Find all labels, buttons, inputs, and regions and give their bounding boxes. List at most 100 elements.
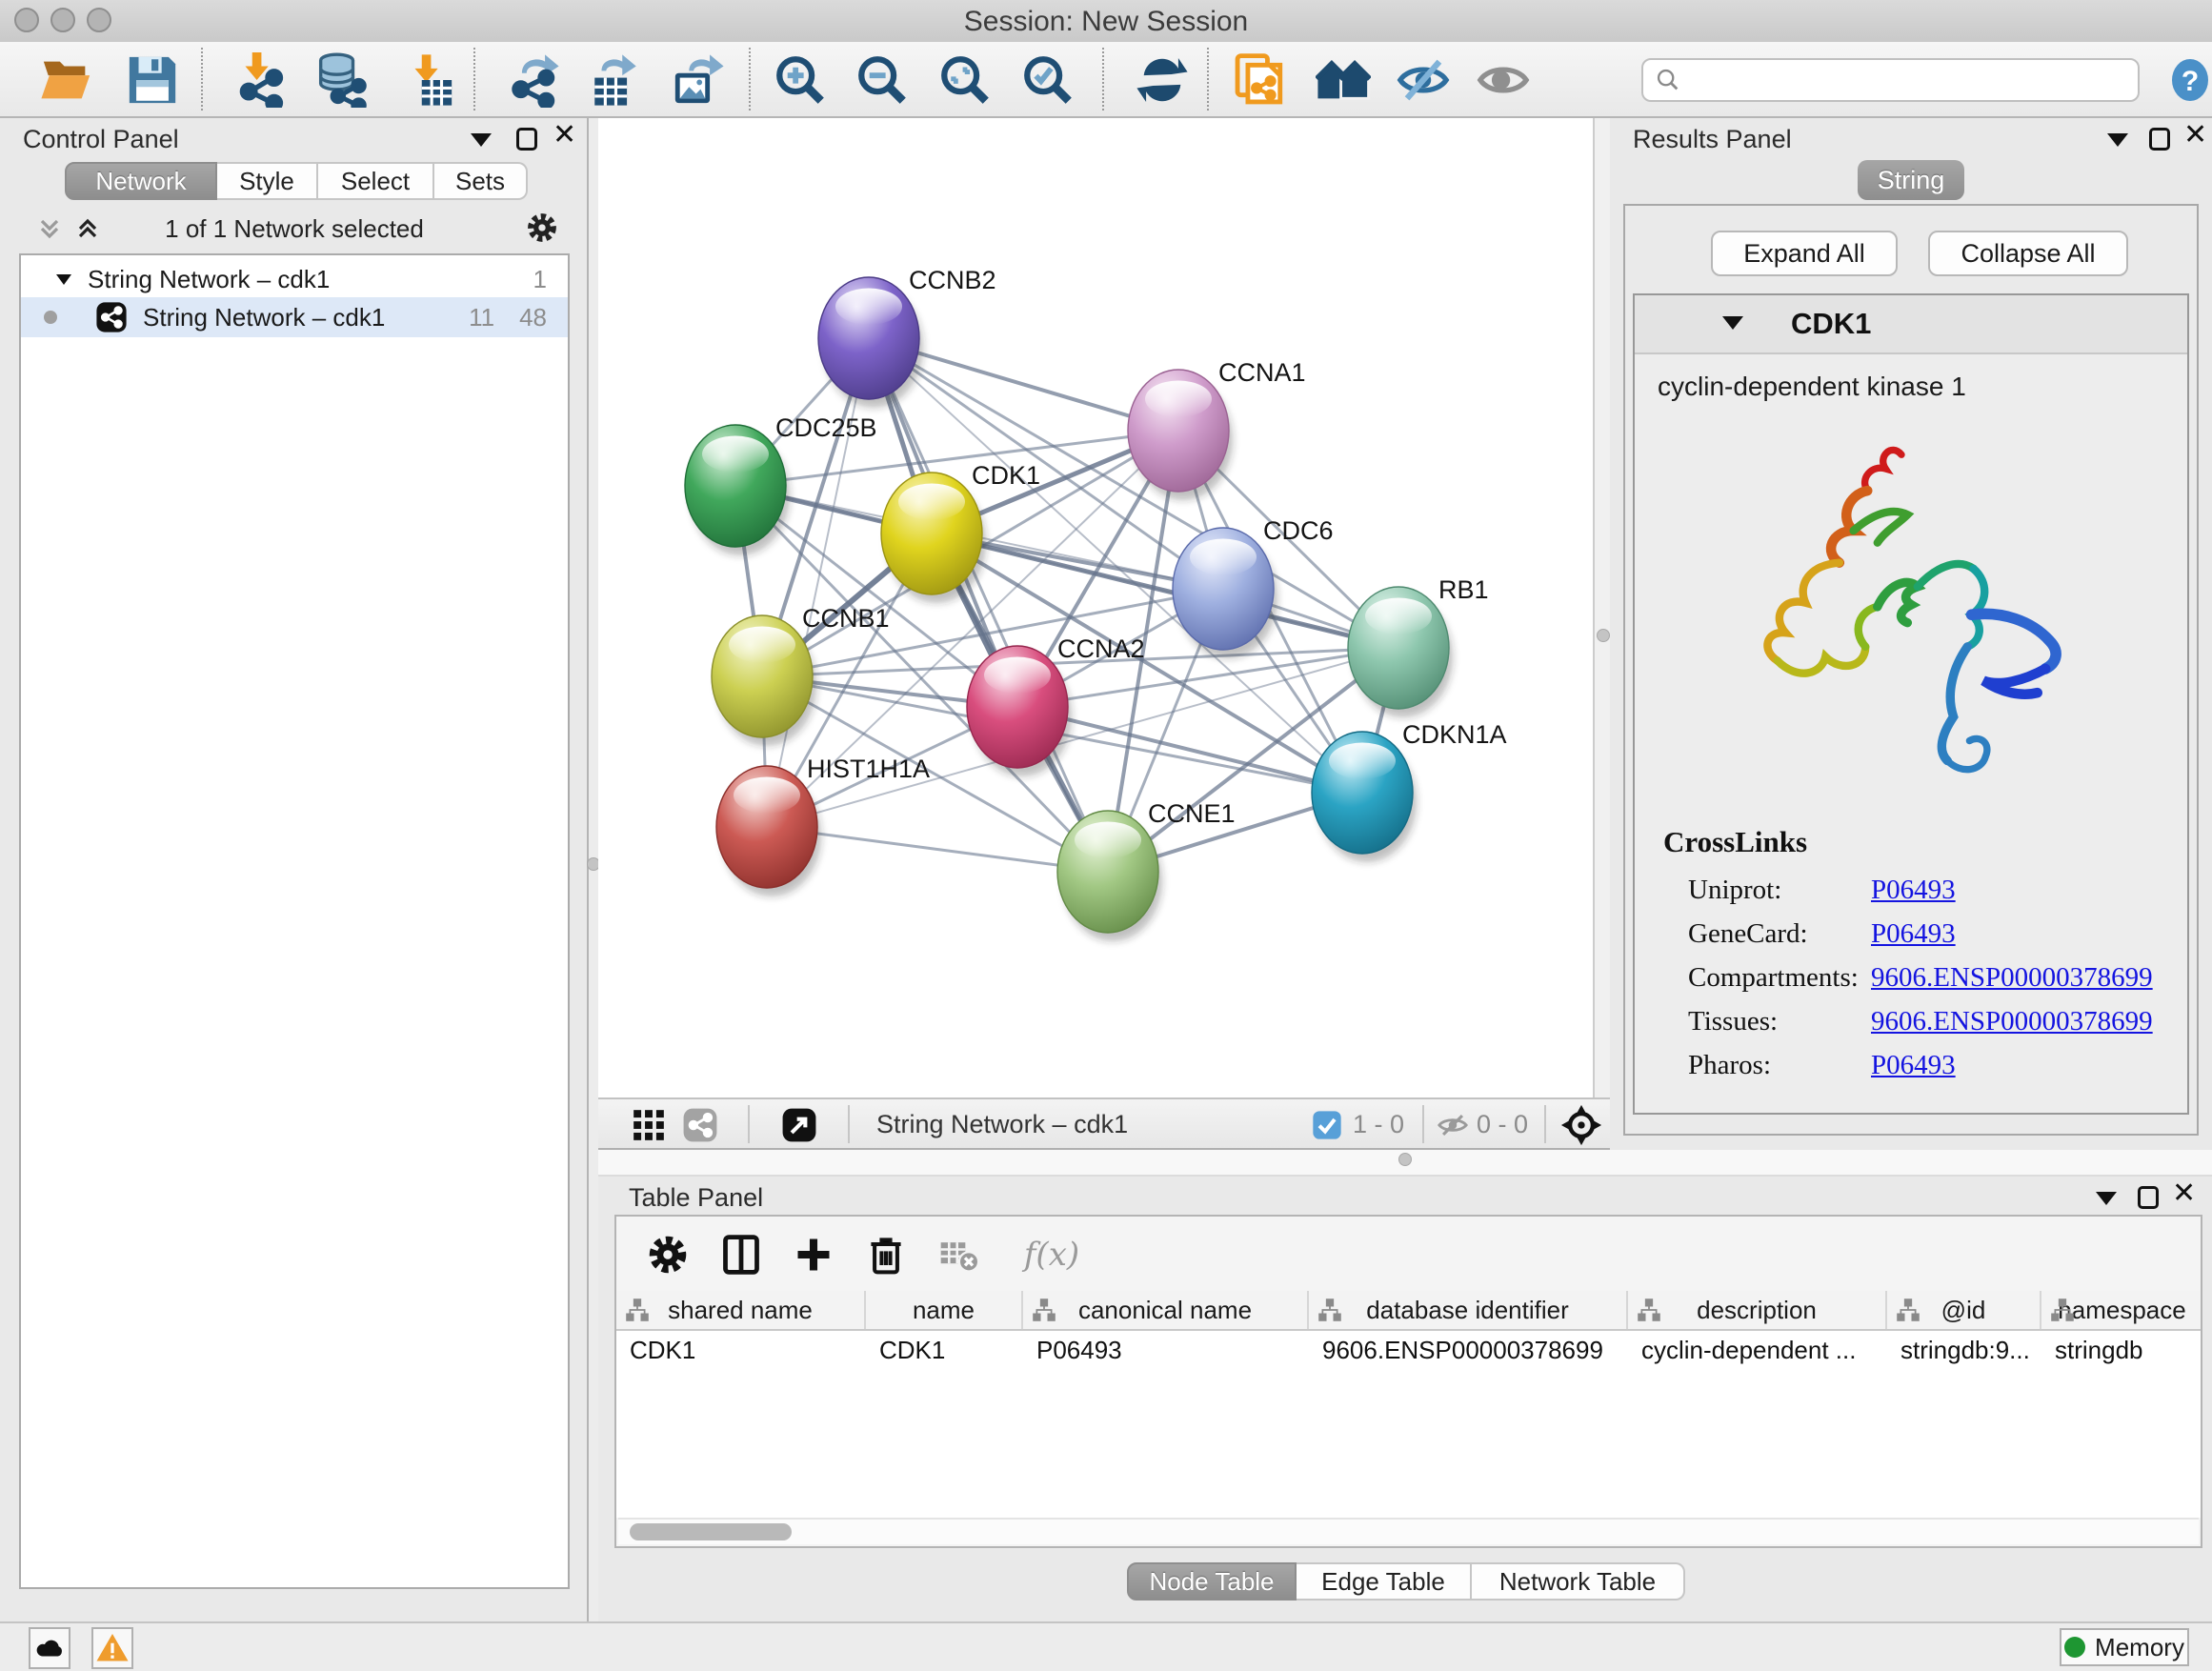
collapse-panel-icon[interactable] bbox=[2107, 133, 2128, 147]
network-edge[interactable] bbox=[869, 338, 1108, 872]
network-canvas[interactable]: CCNB2CCNA1CDC25BCDK1CDC6RB1CCNB1CCNA2CDK… bbox=[598, 118, 1593, 1097]
network-node[interactable]: CCNA1 bbox=[1128, 358, 1306, 500]
birdseye-view-icon[interactable] bbox=[1560, 1104, 1602, 1146]
network-node[interactable]: HIST1H1A bbox=[716, 755, 930, 896]
apply-layout-button[interactable] bbox=[1132, 50, 1193, 111]
results-splitter[interactable] bbox=[1593, 118, 1610, 1150]
network-node[interactable]: CDK1 bbox=[881, 461, 1040, 603]
string-home-button[interactable] bbox=[1313, 50, 1374, 111]
delete-table-button[interactable] bbox=[934, 1230, 983, 1279]
import-network-database-button[interactable] bbox=[309, 50, 370, 111]
float-panel-icon[interactable] bbox=[2149, 128, 2170, 151]
single-view-icon[interactable] bbox=[682, 1107, 718, 1143]
table-cell[interactable]: cyclin-dependent ... bbox=[1628, 1331, 1887, 1369]
import-table-button[interactable] bbox=[398, 50, 459, 111]
vertical-splitter[interactable] bbox=[589, 118, 598, 1621]
zoom-out-button[interactable] bbox=[852, 50, 913, 111]
column-header[interactable]: namespace bbox=[2041, 1291, 2201, 1329]
plus-icon bbox=[793, 1234, 835, 1276]
column-header[interactable]: @id bbox=[1887, 1291, 2041, 1329]
table-settings-button[interactable] bbox=[643, 1230, 693, 1279]
column-header[interactable]: shared name bbox=[616, 1291, 866, 1329]
show-graphics-button[interactable] bbox=[1473, 50, 1534, 111]
close-panel-icon[interactable]: ✕ bbox=[553, 124, 576, 147]
crosslink-link[interactable]: 9606.ENSP00000378699 bbox=[1871, 962, 2153, 1006]
scrollbar-thumb[interactable] bbox=[630, 1523, 792, 1540]
zoom-in-button[interactable] bbox=[770, 50, 831, 111]
cloud-status-button[interactable] bbox=[29, 1627, 70, 1669]
import-network-file-button[interactable] bbox=[229, 50, 290, 111]
table-row[interactable]: CDK1CDK1P064939606.ENSP00000378699cyclin… bbox=[616, 1331, 2201, 1369]
protein-section-header[interactable]: CDK1 bbox=[1635, 295, 2187, 354]
search-field[interactable] bbox=[1641, 58, 2140, 102]
collapse-all-button[interactable]: Collapse All bbox=[1928, 231, 2128, 276]
table-hscrollbar[interactable] bbox=[618, 1518, 2199, 1544]
export-network-button[interactable] bbox=[503, 50, 564, 111]
function-builder-button[interactable]: f(x) bbox=[1009, 1230, 1095, 1279]
network-node[interactable]: RB1 bbox=[1348, 575, 1489, 717]
table-cell[interactable]: CDK1 bbox=[866, 1331, 1023, 1369]
search-input[interactable] bbox=[1689, 61, 2130, 99]
section-expander-icon[interactable] bbox=[1722, 316, 1743, 330]
crosslink-link[interactable]: 9606.ENSP00000378699 bbox=[1871, 1006, 2153, 1050]
tab-network[interactable]: Network bbox=[65, 162, 217, 200]
save-session-button[interactable] bbox=[122, 50, 183, 111]
close-panel-icon[interactable]: ✕ bbox=[2172, 1182, 2196, 1205]
tab-edge-table[interactable]: Edge Table bbox=[1297, 1562, 1472, 1601]
table-cell[interactable]: 9606.ENSP00000378699 bbox=[1309, 1331, 1628, 1369]
network-node[interactable]: CCNB1 bbox=[712, 604, 890, 746]
grid-view-icon[interactable] bbox=[631, 1107, 667, 1143]
collapse-panel-icon[interactable] bbox=[2096, 1192, 2117, 1205]
help-button[interactable]: ? bbox=[2164, 54, 2212, 106]
column-header[interactable]: database identifier bbox=[1309, 1291, 1628, 1329]
gear-icon[interactable] bbox=[526, 211, 558, 244]
tab-sets[interactable]: Sets bbox=[434, 162, 528, 200]
network-node[interactable]: CCNA2 bbox=[967, 634, 1145, 776]
splitter-handle[interactable] bbox=[1398, 1153, 1412, 1166]
open-session-button[interactable] bbox=[36, 50, 97, 111]
network-node[interactable]: CDKN1A bbox=[1312, 720, 1507, 862]
crosslink-link[interactable]: P06493 bbox=[1871, 875, 1956, 918]
export-image-button[interactable] bbox=[668, 50, 729, 111]
show-columns-button[interactable] bbox=[716, 1230, 766, 1279]
tree-expander-icon[interactable] bbox=[53, 269, 74, 290]
close-panel-icon[interactable]: ✕ bbox=[2183, 124, 2207, 147]
warning-status-button[interactable] bbox=[91, 1627, 133, 1669]
table-cell[interactable]: stringdb:9... bbox=[1887, 1331, 2041, 1369]
string-import-button[interactable] bbox=[1229, 50, 1290, 111]
network-row[interactable]: String Network – cdk1 11 48 bbox=[21, 297, 568, 337]
table-cell[interactable]: P06493 bbox=[1023, 1331, 1309, 1369]
collapse-panel-icon[interactable] bbox=[471, 133, 492, 147]
tab-network-table[interactable]: Network Table bbox=[1472, 1562, 1685, 1601]
network-node[interactable]: CCNE1 bbox=[1057, 799, 1236, 941]
selected-checkbox-icon[interactable] bbox=[1312, 1110, 1342, 1140]
tab-select[interactable]: Select bbox=[318, 162, 434, 200]
export-table-button[interactable] bbox=[585, 50, 646, 111]
splitter-handle[interactable] bbox=[1597, 629, 1610, 642]
delete-column-button[interactable] bbox=[861, 1230, 911, 1279]
table-cell[interactable]: stringdb bbox=[2041, 1331, 2201, 1369]
horizontal-splitter[interactable] bbox=[598, 1150, 2212, 1177]
crosslink-link[interactable]: P06493 bbox=[1871, 1050, 1956, 1094]
float-panel-icon[interactable] bbox=[2138, 1186, 2159, 1209]
crosslink-link[interactable]: P06493 bbox=[1871, 918, 1956, 962]
tab-node-table[interactable]: Node Table bbox=[1127, 1562, 1297, 1601]
create-column-button[interactable] bbox=[789, 1230, 838, 1279]
column-header[interactable]: description bbox=[1628, 1291, 1887, 1329]
zoom-selected-button[interactable] bbox=[1017, 50, 1078, 111]
tab-style[interactable]: Style bbox=[217, 162, 318, 200]
detach-view-icon[interactable] bbox=[781, 1107, 817, 1143]
column-header[interactable]: name bbox=[866, 1291, 1023, 1329]
table-cell[interactable]: CDK1 bbox=[616, 1331, 866, 1369]
memory-button[interactable]: Memory bbox=[2060, 1628, 2189, 1666]
column-header[interactable]: canonical name bbox=[1023, 1291, 1309, 1329]
network-collection-row[interactable]: String Network – cdk1 1 bbox=[21, 255, 568, 297]
zoom-fit-button[interactable] bbox=[935, 50, 995, 111]
network-graph[interactable]: CCNB2CCNA1CDC25BCDK1CDC6RB1CCNB1CCNA2CDK… bbox=[598, 118, 1593, 1097]
float-panel-icon[interactable] bbox=[516, 128, 537, 151]
tab-string[interactable]: String bbox=[1858, 160, 1964, 200]
network-node[interactable]: CCNB2 bbox=[818, 266, 996, 408]
expand-all-button[interactable]: Expand All bbox=[1711, 231, 1898, 276]
network-node[interactable]: CDC6 bbox=[1173, 516, 1334, 658]
hide-unhide-button[interactable] bbox=[1393, 50, 1454, 111]
